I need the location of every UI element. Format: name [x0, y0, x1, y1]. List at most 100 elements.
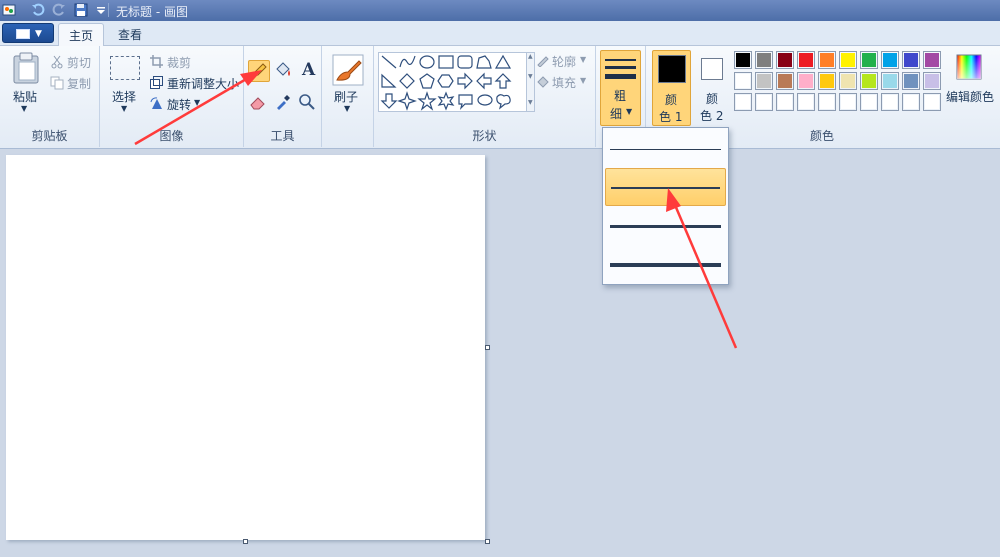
size-option-3[interactable]	[605, 206, 726, 244]
color-swatch[interactable]	[755, 72, 773, 90]
color-swatch[interactable]	[860, 51, 878, 69]
brush-icon[interactable]	[332, 54, 364, 86]
rotate-dropdown-icon[interactable]: ▼	[194, 98, 200, 107]
brushes-dropdown-icon[interactable]: ▼	[344, 104, 350, 113]
color-swatch[interactable]	[797, 51, 815, 69]
color-swatch[interactable]	[734, 93, 752, 111]
color-swatch[interactable]	[797, 72, 815, 90]
color-swatch[interactable]	[839, 51, 857, 69]
edit-colors-icon[interactable]	[956, 54, 982, 80]
line-shape-icon[interactable]	[381, 55, 397, 69]
fill-button[interactable]: 填充	[552, 74, 576, 91]
rounded-callout-shape-icon[interactable]	[458, 94, 473, 110]
cut-button[interactable]: 剪切	[67, 54, 91, 71]
canvas-resize-handle-bottom[interactable]	[243, 539, 248, 544]
pentagon-shape-icon[interactable]	[419, 73, 435, 89]
size-option-1[interactable]	[605, 130, 726, 168]
color-swatch[interactable]	[734, 72, 752, 90]
crop-button[interactable]: 裁剪	[167, 54, 191, 71]
six-point-star-shape-icon[interactable]	[437, 91, 455, 111]
left-arrow-shape-icon[interactable]	[476, 72, 492, 90]
right-triangle-shape-icon[interactable]	[381, 73, 397, 88]
hexagon-shape-icon[interactable]	[437, 74, 454, 88]
paint-menu-button[interactable]: ▼	[2, 23, 54, 43]
canvas-resize-handle-corner[interactable]	[485, 539, 490, 544]
color-picker-tool[interactable]	[273, 92, 295, 114]
fill-dropdown-icon[interactable]: ▼	[580, 76, 586, 85]
select-label[interactable]: 选择	[112, 88, 136, 105]
tab-view[interactable]: 查看	[108, 23, 152, 47]
polygon-shape-icon[interactable]	[476, 55, 492, 69]
color-swatch[interactable]	[818, 93, 836, 111]
down-arrow-shape-icon[interactable]	[380, 93, 398, 109]
color-swatch[interactable]	[860, 72, 878, 90]
color-swatch[interactable]	[902, 93, 920, 111]
cloud-callout-shape-icon[interactable]	[496, 94, 511, 110]
select-icon[interactable]	[110, 56, 140, 80]
color-swatch[interactable]	[776, 51, 794, 69]
outline-dropdown-icon[interactable]: ▼	[580, 55, 586, 64]
resize-button[interactable]: 重新调整大小	[167, 75, 239, 92]
curve-shape-icon[interactable]	[399, 55, 416, 68]
expand-gallery-icon[interactable]: ▼	[528, 99, 533, 106]
rotate-button[interactable]: 旋转	[167, 96, 191, 113]
color-swatch[interactable]	[797, 93, 815, 111]
color-swatch[interactable]	[755, 51, 773, 69]
color-swatch[interactable]	[839, 72, 857, 90]
color-swatch[interactable]	[776, 93, 794, 111]
eraser-tool[interactable]	[248, 92, 270, 114]
color2-button[interactable]: 颜 色 2	[696, 50, 730, 126]
paste-dropdown-icon[interactable]: ▼	[21, 104, 27, 113]
outline-button[interactable]: 轮廓	[552, 53, 576, 70]
up-arrow-shape-icon[interactable]	[494, 73, 512, 89]
customize-quick-access-icon[interactable]	[94, 3, 108, 17]
scroll-up-icon[interactable]: ▲	[528, 53, 533, 60]
five-point-star-shape-icon[interactable]	[417, 91, 437, 111]
save-icon[interactable]	[74, 3, 88, 17]
pencil-tool[interactable]	[248, 60, 270, 82]
rounded-rectangle-shape-icon[interactable]	[457, 55, 473, 69]
color-swatch[interactable]	[776, 72, 794, 90]
oval-callout-shape-icon[interactable]	[477, 94, 493, 106]
canvas-resize-handle-right[interactable]	[485, 345, 490, 350]
paste-label[interactable]: 粘贴	[13, 88, 37, 105]
size-option-2[interactable]	[605, 168, 726, 206]
triangle-shape-icon[interactable]	[494, 54, 512, 69]
color-swatch[interactable]	[923, 93, 941, 111]
drawing-canvas[interactable]	[6, 155, 485, 540]
shapes-scrollbar[interactable]: ▲ ▼ ▼	[526, 52, 535, 112]
fill-tool[interactable]	[273, 60, 295, 82]
color-swatch[interactable]	[902, 72, 920, 90]
color-swatch[interactable]	[881, 72, 899, 90]
color-swatch[interactable]	[755, 93, 773, 111]
paste-icon[interactable]	[12, 52, 40, 84]
copy-button[interactable]: 复制	[67, 75, 91, 92]
right-arrow-shape-icon[interactable]	[457, 72, 473, 90]
color-swatch[interactable]	[881, 93, 899, 111]
color1-button[interactable]: 颜 色 1	[652, 50, 691, 126]
text-tool[interactable]: A	[297, 60, 319, 82]
color-swatch[interactable]	[902, 51, 920, 69]
color-swatch[interactable]	[818, 51, 836, 69]
scroll-down-icon[interactable]: ▼	[528, 73, 533, 80]
color-swatch[interactable]	[860, 93, 878, 111]
color-swatch[interactable]	[818, 72, 836, 90]
edit-colors-label[interactable]: 编辑颜色	[946, 88, 994, 105]
brushes-label[interactable]: 刷子	[334, 88, 358, 105]
tab-home[interactable]: 主页	[58, 23, 105, 47]
rectangle-shape-icon[interactable]	[438, 55, 454, 69]
magnifier-tool[interactable]	[297, 92, 319, 114]
diamond-shape-icon[interactable]	[399, 73, 415, 89]
select-dropdown-icon[interactable]: ▼	[121, 104, 127, 113]
undo-icon[interactable]	[31, 3, 45, 17]
color-swatch[interactable]	[923, 51, 941, 69]
color-swatch[interactable]	[923, 72, 941, 90]
size-button[interactable]: 粗 细 ▼	[600, 50, 641, 126]
color-swatch[interactable]	[839, 93, 857, 111]
size-option-4[interactable]	[605, 244, 726, 282]
color-swatch[interactable]	[881, 51, 899, 69]
color-swatch[interactable]	[734, 51, 752, 69]
four-point-star-shape-icon[interactable]	[397, 91, 417, 111]
oval-shape-icon[interactable]	[419, 55, 435, 69]
redo-icon[interactable]	[52, 3, 66, 17]
